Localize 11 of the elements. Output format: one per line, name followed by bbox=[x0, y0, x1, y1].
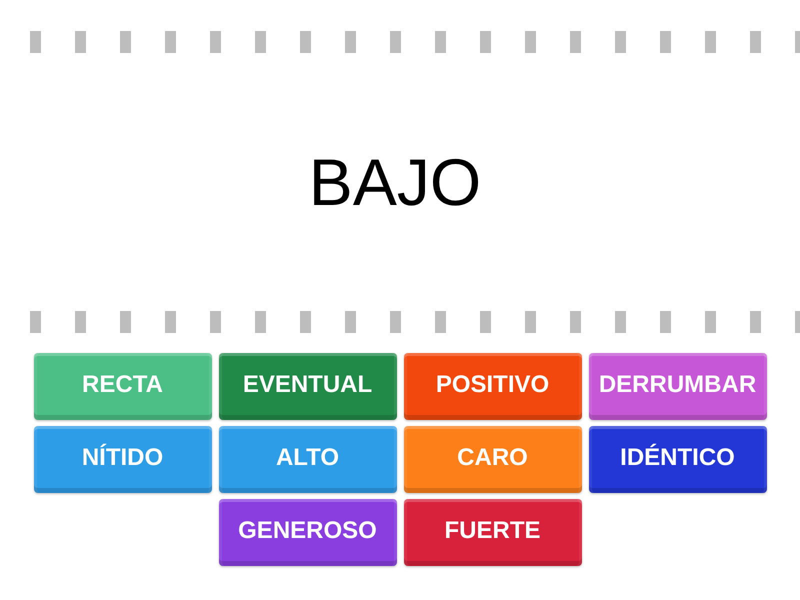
answer-tile[interactable]: RECTA bbox=[34, 353, 212, 420]
answer-tile[interactable]: GENEROSO bbox=[218, 499, 396, 566]
answer-tile[interactable]: EVENTUAL bbox=[218, 353, 396, 420]
answer-tile[interactable]: FUERTE bbox=[404, 499, 582, 566]
answer-tile[interactable]: POSITIVO bbox=[404, 353, 582, 420]
answer-tile[interactable]: CARO bbox=[404, 426, 582, 493]
answer-tile[interactable]: DERRUMBAR bbox=[588, 353, 766, 420]
answer-tile[interactable]: NÍTIDO bbox=[34, 426, 212, 493]
prompt-word: BAJO bbox=[308, 149, 482, 215]
answer-tile[interactable]: ALTO bbox=[218, 426, 396, 493]
answer-tile[interactable]: IDÉNTICO bbox=[588, 426, 766, 493]
